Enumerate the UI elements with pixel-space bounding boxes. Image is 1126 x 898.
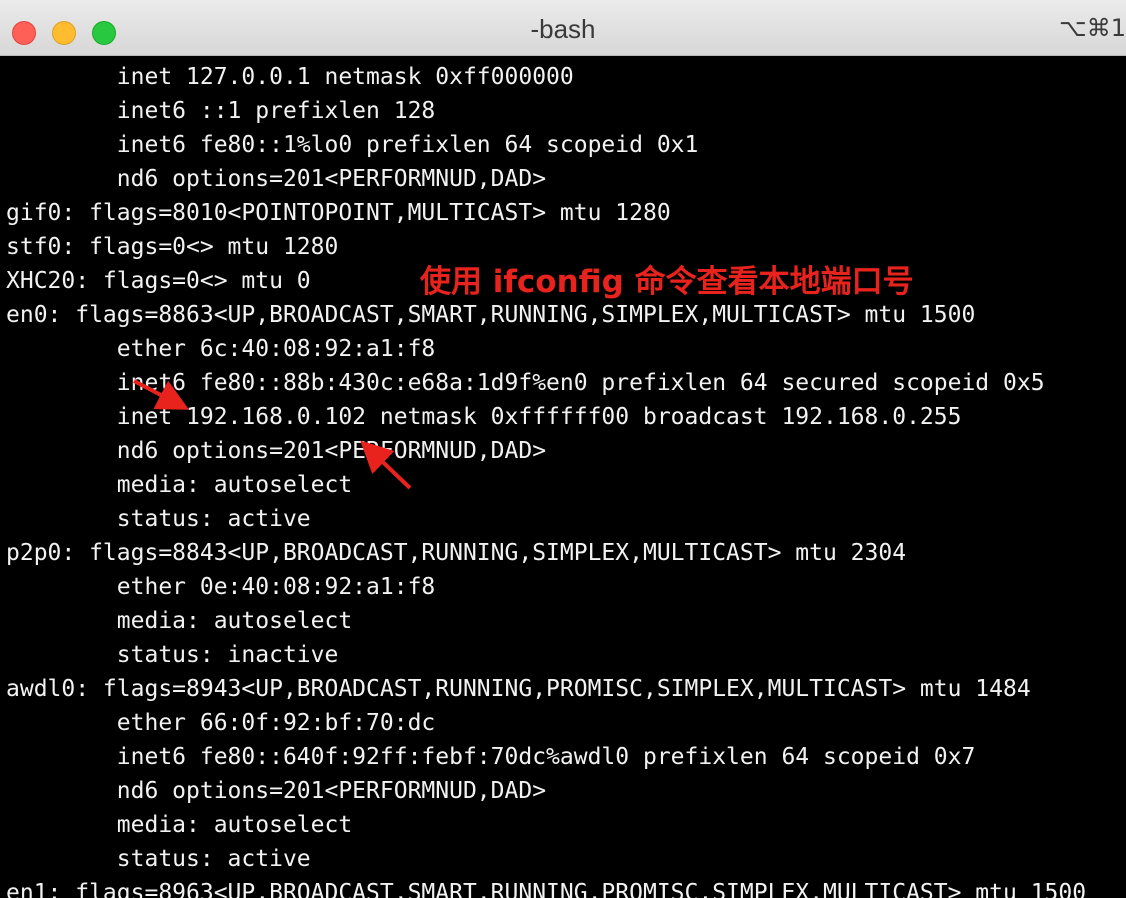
terminal-window: -bash ⌥⌘1 inet 127.0.0.1 netmask 0xff000… bbox=[0, 0, 1126, 898]
arrow-icon bbox=[360, 440, 412, 490]
arrow-icon bbox=[133, 379, 190, 410]
annotation-arrows bbox=[133, 379, 412, 490]
